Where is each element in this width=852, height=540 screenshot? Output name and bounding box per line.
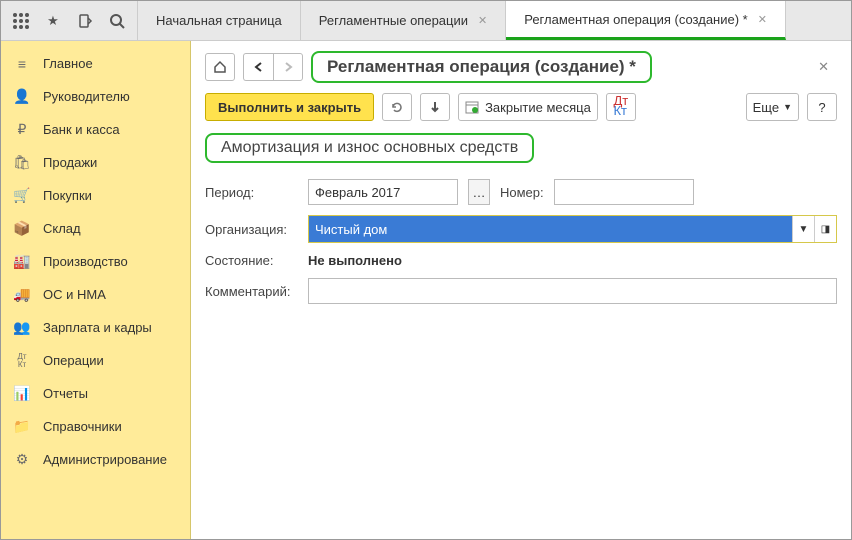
sidebar-item-bank[interactable]: ₽Банк и касса: [1, 113, 190, 146]
number-input[interactable]: [554, 179, 694, 205]
period-input[interactable]: [308, 179, 458, 205]
cart-icon: 🛒: [13, 187, 31, 204]
dtkt-button[interactable]: ДтКт: [606, 93, 636, 121]
sidebar-item-main[interactable]: ≡Главное: [1, 47, 190, 80]
ruble-icon: ₽: [13, 121, 31, 138]
factory-icon: 🏭: [13, 253, 31, 270]
chart-icon: 📊: [13, 385, 31, 402]
page-title: Регламентная операция (создание) *: [311, 51, 652, 83]
form: Период: … Номер: Организация: ▼ ◨ Состоя…: [205, 179, 837, 304]
org-dropdown-button[interactable]: ▼: [792, 216, 814, 242]
close-icon[interactable]: ✕: [478, 14, 487, 27]
org-open-button[interactable]: ◨: [814, 216, 836, 242]
truck-icon: 🚚: [13, 286, 31, 303]
closing-month-button[interactable]: Закрытие месяца: [458, 93, 598, 121]
sidebar-item-production[interactable]: 🏭Производство: [1, 245, 190, 278]
history-icon[interactable]: [71, 7, 99, 35]
close-page-button[interactable]: ✕: [810, 55, 837, 79]
sidebar-item-manager[interactable]: 👤Руководителю: [1, 80, 190, 113]
sidebar: ≡Главное 👤Руководителю ₽Банк и касса 🛍Пр…: [1, 41, 191, 539]
system-icons: ★: [1, 1, 138, 40]
org-label: Организация:: [205, 222, 300, 237]
menu-icon: ≡: [13, 56, 31, 72]
tab-scheduled-ops[interactable]: Регламентные операции✕: [301, 1, 506, 40]
search-icon[interactable]: [103, 7, 131, 35]
period-label: Период:: [205, 185, 300, 200]
apps-icon[interactable]: [7, 7, 35, 35]
sidebar-item-hr[interactable]: 👥Зарплата и кадры: [1, 311, 190, 344]
state-value: Не выполнено: [308, 253, 837, 268]
sidebar-item-operations[interactable]: Дт КтОперации: [1, 344, 190, 377]
star-icon[interactable]: ★: [39, 7, 67, 35]
calendar-icon: [465, 100, 479, 114]
gear-icon: ⚙: [13, 451, 31, 468]
dtkt-icon: Дт Кт: [13, 353, 31, 369]
person-icon: 👤: [13, 88, 31, 105]
topbar: ★ Начальная страница Регламентные операц…: [1, 1, 851, 41]
sidebar-item-reports[interactable]: 📊Отчеты: [1, 377, 190, 410]
comment-input[interactable]: [308, 278, 837, 304]
refresh-button[interactable]: [382, 93, 412, 121]
period-picker-button[interactable]: …: [468, 179, 490, 205]
sidebar-item-sales[interactable]: 🛍Продажи: [1, 146, 190, 179]
content: Регламентная операция (создание) * ✕ Вып…: [191, 41, 851, 539]
number-label: Номер:: [500, 185, 544, 200]
sidebar-item-catalogs[interactable]: 📁Справочники: [1, 410, 190, 443]
tabs: Начальная страница Регламентные операции…: [138, 1, 851, 40]
help-button[interactable]: ?: [807, 93, 837, 121]
org-field: ▼ ◨: [308, 215, 837, 243]
tab-home[interactable]: Начальная страница: [138, 1, 301, 40]
folder-icon: 📁: [13, 418, 31, 435]
state-label: Состояние:: [205, 253, 300, 268]
subtitle: Амортизация и износ основных средств: [205, 133, 534, 163]
tab-scheduled-op-create[interactable]: Регламентная операция (создание) *✕: [506, 1, 786, 40]
execute-close-button[interactable]: Выполнить и закрыть: [205, 93, 374, 121]
more-button[interactable]: Еще▼: [746, 93, 799, 121]
home-button[interactable]: [205, 53, 235, 81]
org-input[interactable]: [309, 216, 792, 242]
close-icon[interactable]: ✕: [758, 13, 767, 26]
sidebar-item-admin[interactable]: ⚙Администрирование: [1, 443, 190, 476]
nav-row: Регламентная операция (создание) * ✕: [205, 51, 837, 83]
comment-label: Комментарий:: [205, 284, 300, 299]
box-icon: 📦: [13, 220, 31, 237]
people-icon: 👥: [13, 319, 31, 336]
sidebar-item-assets[interactable]: 🚚ОС и НМА: [1, 278, 190, 311]
bag-icon: 🛍: [13, 154, 31, 171]
toolbar: Выполнить и закрыть Закрытие месяца ДтКт…: [205, 93, 837, 121]
back-button[interactable]: [243, 53, 273, 81]
sidebar-item-purchases[interactable]: 🛒Покупки: [1, 179, 190, 212]
down-button[interactable]: [420, 93, 450, 121]
forward-button[interactable]: [273, 53, 303, 81]
sidebar-item-warehouse[interactable]: 📦Склад: [1, 212, 190, 245]
